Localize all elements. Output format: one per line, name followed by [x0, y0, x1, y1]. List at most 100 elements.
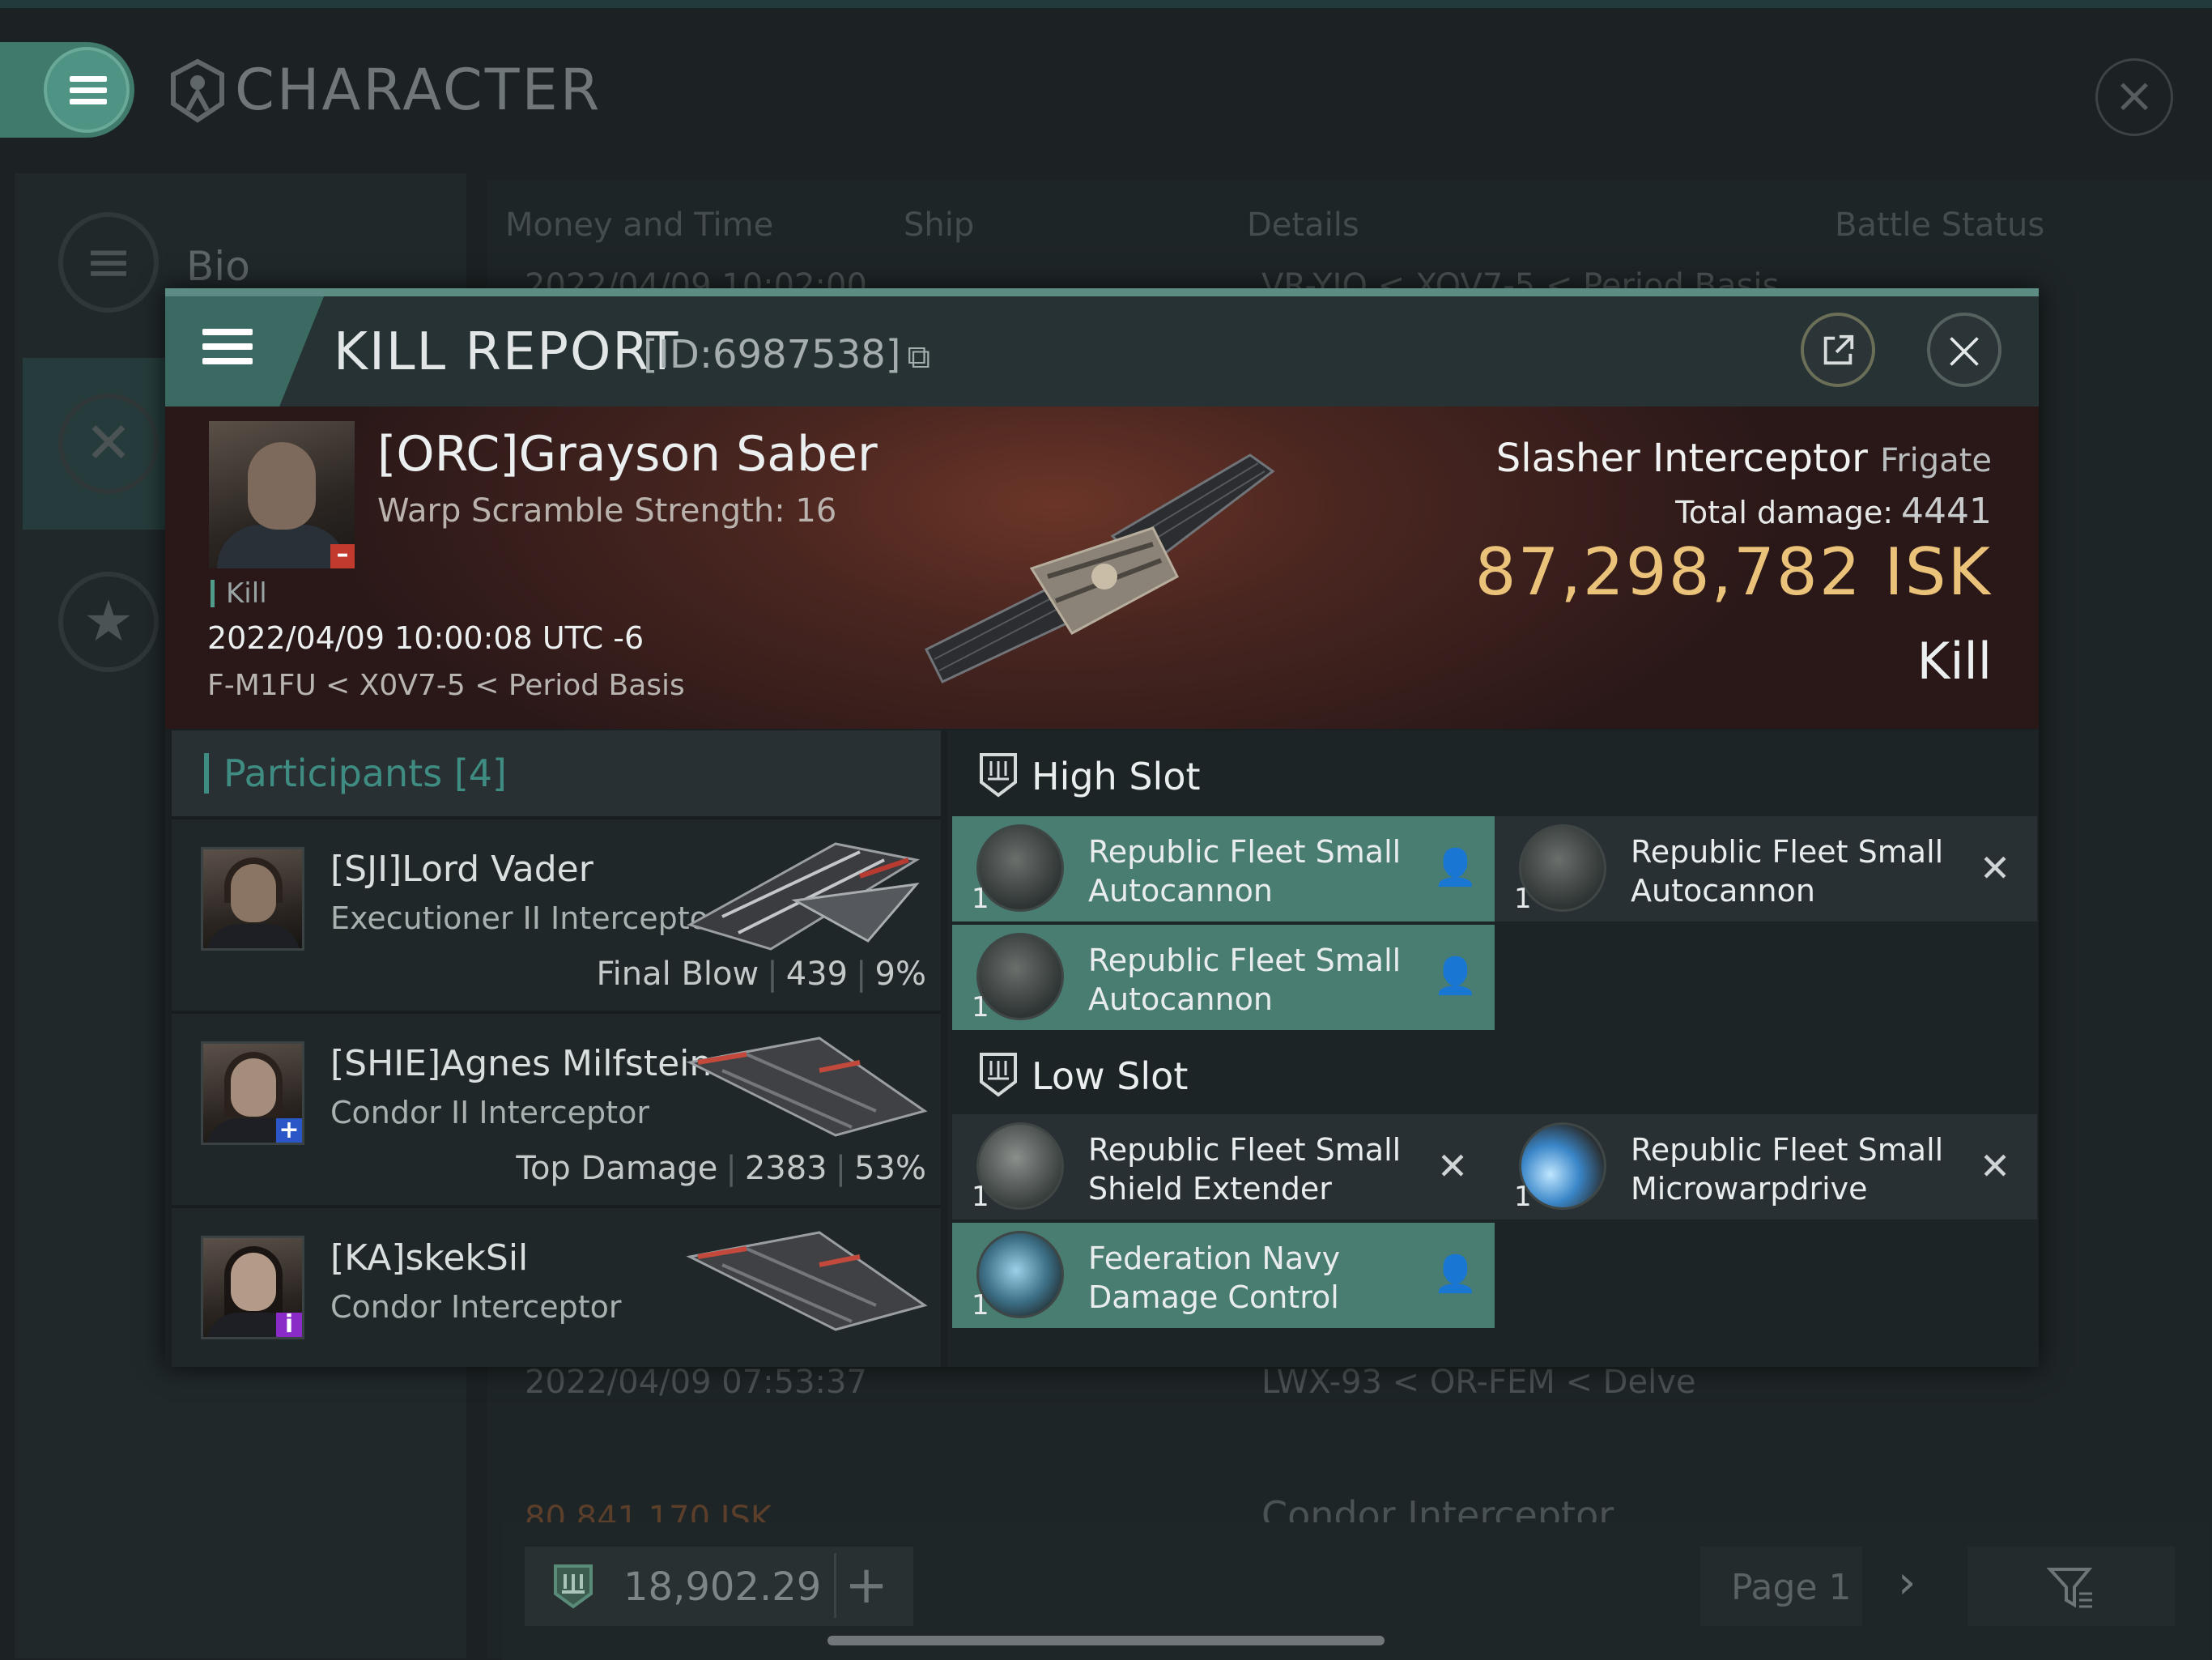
module-qty: 1: [1514, 1181, 1532, 1213]
shield-extender-icon: [976, 1122, 1064, 1210]
module-item[interactable]: 1 Republic Fleet Small Autocannon 👤: [952, 925, 1495, 1030]
module-qty: 1: [972, 991, 989, 1024]
participant-avatar[interactable]: +: [201, 1041, 304, 1145]
fittings-panel: High Slot 1 Republic Fleet Small Autocan…: [947, 730, 2039, 1367]
destroyed-x-icon: ✕: [1979, 846, 2011, 890]
hamburger-icon: [202, 329, 253, 371]
participant-stats: Top Damage | 2383 | 53%: [516, 1150, 926, 1187]
main-menu-button[interactable]: [44, 47, 130, 133]
participant-row[interactable]: + [SHIE]Agnes Milfstein Condor II Interc…: [172, 1011, 941, 1205]
module-qty: 1: [972, 1289, 989, 1322]
participant-ship: Condor Interceptor: [330, 1289, 622, 1325]
row-time: 2022/04/09 07:53:37: [525, 1364, 867, 1401]
high-slot-icon: [980, 753, 1017, 798]
participants-header: Participants [4]: [172, 730, 941, 816]
next-page-icon[interactable]: ›: [1898, 1556, 1916, 1609]
dropped-person-icon: 👤: [1433, 1254, 1478, 1295]
copy-icon[interactable]: ⧉: [908, 338, 931, 376]
member-badge-icon: i: [276, 1313, 302, 1337]
page-label: Page 1: [1731, 1567, 1852, 1608]
combat-nav-icon[interactable]: ✕: [58, 394, 159, 494]
dialog-title: KILL REPORT: [334, 322, 680, 382]
autocannon-icon: [1519, 824, 1606, 912]
participant-stats: Final Blow | 439 | 9%: [596, 956, 926, 993]
col-money-time[interactable]: Money and Time: [505, 206, 773, 244]
participant-name[interactable]: [SHIE]Agnes Milfstein: [330, 1043, 712, 1084]
module-name: Republic Fleet Small Microwarpdrive: [1631, 1132, 1944, 1207]
filter-button[interactable]: [1967, 1547, 2175, 1626]
destroyed-x-icon: ✕: [1436, 1144, 1469, 1188]
participant-ship: Executioner II Interceptor: [330, 900, 721, 936]
kill-report-dialog: KILL REPORT [ID:6987538] ⧉ – [ORC]Grayson…: [165, 288, 2039, 1367]
isk-value: 87,298,782 ISK: [1474, 534, 1992, 610]
fleet-badge-icon: +: [276, 1118, 302, 1143]
hamburger-icon: [70, 76, 107, 105]
low-slot-label: Low Slot: [1032, 1054, 1189, 1098]
high-slot-label: High Slot: [1032, 755, 1201, 798]
module-item[interactable]: 1 Republic Fleet Small Autocannon 👤: [952, 816, 1495, 922]
autocannon-icon: [976, 933, 1064, 1020]
wallet-value: 18,902.29: [623, 1564, 822, 1610]
victim-name[interactable]: [ORC]Grayson Saber: [377, 426, 878, 483]
module-qty: 1: [972, 883, 989, 915]
module-item[interactable]: 1 Republic Fleet Small Microwarpdrive ✕: [1495, 1114, 2037, 1219]
result-tag: Kill: [211, 580, 267, 607]
microwarpdrive-icon: [1519, 1122, 1606, 1210]
high-slot-header: High Slot: [947, 730, 2039, 816]
share-icon: [1823, 334, 1854, 365]
participant-ship-image: [686, 1036, 928, 1137]
module-name: Republic Fleet Small Shield Extender: [1088, 1132, 1402, 1207]
bio-label[interactable]: Bio: [186, 243, 250, 290]
share-button[interactable]: [1801, 313, 1875, 387]
bio-nav-icon[interactable]: ≡: [58, 212, 159, 313]
dropped-person-icon: 👤: [1433, 956, 1478, 997]
result-label: Kill: [1916, 632, 1992, 691]
low-slot-header: Low Slot: [947, 1030, 2039, 1116]
dropped-person-icon: 👤: [1433, 847, 1478, 888]
participants-label: Participants [4]: [204, 753, 507, 794]
wallet-icon: [554, 1564, 593, 1609]
destroyed-x-icon: ✕: [1979, 1144, 2011, 1188]
autocannon-icon: [976, 824, 1064, 912]
participant-row[interactable]: [SJI]Lord Vader Executioner II Intercept…: [172, 816, 941, 1011]
col-details[interactable]: Details: [1247, 206, 1359, 244]
close-icon: [1950, 337, 1979, 366]
participant-avatar[interactable]: i: [201, 1236, 304, 1339]
participant-name[interactable]: [KA]skekSil: [330, 1237, 528, 1279]
character-emblem-icon: [171, 58, 224, 123]
medals-nav-icon[interactable]: ★: [58, 572, 159, 672]
kill-location: F-M1FU < X0V7-5 < Period Basis: [207, 669, 685, 702]
window-close-button[interactable]: ×: [2095, 58, 2173, 136]
module-name: Republic Fleet Small Autocannon: [1088, 943, 1402, 1017]
low-slot-icon: [980, 1053, 1017, 1097]
participant-ship-image: [686, 1231, 928, 1331]
col-ship[interactable]: Ship: [904, 206, 974, 244]
module-name: Republic Fleet Small Autocannon: [1631, 834, 1944, 909]
victim-ship-image: [924, 453, 1275, 683]
module-item[interactable]: 1 Federation Navy Damage Control 👤: [952, 1223, 1495, 1328]
row-location: LWX-93 < OR-FEM < Delve: [1261, 1364, 1696, 1401]
report-id: [ID:6987538] ⧉: [643, 332, 931, 377]
module-item[interactable]: 1 Republic Fleet Small Shield Extender ✕: [952, 1114, 1495, 1219]
participant-row[interactable]: i [KA]skekSil Condor Interceptor: [172, 1205, 941, 1367]
module-name: Republic Fleet Small Autocannon: [1088, 834, 1402, 909]
col-battle-status[interactable]: Battle Status: [1835, 206, 2044, 244]
module-item[interactable]: 1 Republic Fleet Small Autocannon ✕: [1495, 816, 2037, 922]
module-name: Federation Navy Damage Control: [1088, 1241, 1341, 1315]
victim-ship: Slasher Interceptor Frigate: [1495, 436, 1992, 481]
module-qty: 1: [972, 1181, 989, 1213]
participant-name[interactable]: [SJI]Lord Vader: [330, 849, 593, 890]
module-qty: 1: [1514, 883, 1532, 915]
window-title: CHARACTER: [235, 57, 602, 123]
participant-avatar[interactable]: [201, 847, 304, 951]
filter-icon: [2047, 1568, 2093, 1608]
participants-panel: Participants [4] [SJI]Lord Vader Executi…: [172, 730, 941, 1367]
kill-datetime: 2022/04/09 10:00:08 UTC -6: [207, 620, 644, 656]
victim-banner: – [ORC]Grayson Saber Warp Scramble Stren…: [165, 406, 2039, 729]
home-indicator: [827, 1636, 1385, 1645]
close-button[interactable]: [1927, 313, 2001, 387]
add-isk-button[interactable]: +: [834, 1553, 896, 1618]
hostile-badge-icon: –: [330, 543, 355, 568]
warp-scramble: Warp Scramble Strength: 16: [377, 492, 837, 530]
damage-control-icon: [976, 1231, 1064, 1318]
